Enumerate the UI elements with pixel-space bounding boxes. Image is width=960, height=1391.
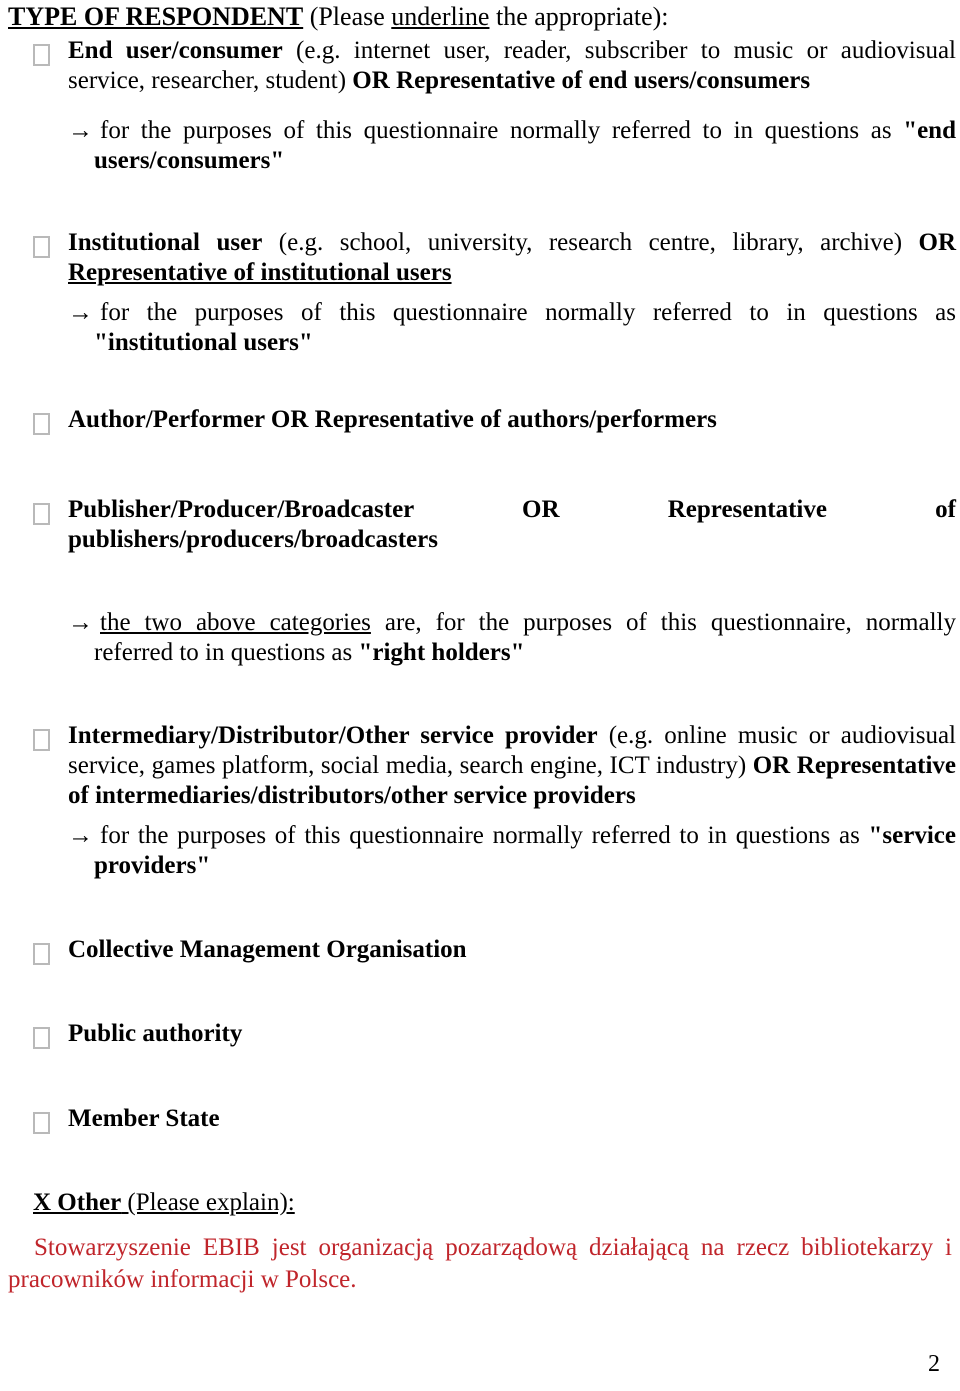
- option-publisher-producer-broadcaster-bold: Publisher/Producer/Broadcaster OR Repres…: [68, 496, 956, 553]
- note-right-holders-underlined: the two above categories: [100, 609, 371, 636]
- note-institutional-users-text: for the purposes of this questionnaire n…: [100, 299, 956, 326]
- option-label-member-state: Member State: [68, 1104, 956, 1134]
- option-end-user-consumer-bold: End user/consumer: [68, 37, 283, 64]
- checkbox-author-performer[interactable]: [33, 413, 50, 435]
- checkbox-intermediary-distributor[interactable]: [33, 729, 50, 751]
- option-author-performer-bold: Author/Performer OR Representative of au…: [68, 406, 717, 433]
- option-member-state-bold: Member State: [68, 1105, 220, 1132]
- checkbox-end-user-consumer[interactable]: [33, 44, 50, 66]
- option-institutional-user-bold-tail: OR: [918, 229, 957, 256]
- option-label-author-performer: Author/Performer OR Representative of au…: [68, 405, 956, 435]
- option-label-publisher-producer-broadcaster: Publisher/Producer/Broadcaster OR Repres…: [68, 495, 956, 555]
- arrow-right-icon: →: [68, 822, 93, 849]
- option-intermediary-distributor-bold: Intermediary/Distributor/Other service p…: [68, 722, 598, 749]
- checkbox-public-authority[interactable]: [33, 1027, 50, 1049]
- other-field-marker: X Other: [33, 1189, 122, 1216]
- note-service-providers: → for the purposes of this questionnaire …: [68, 821, 956, 881]
- note-end-users-consumers-text: for the purposes of this questionnaire n…: [100, 117, 904, 144]
- other-field-label: X Other (Please explain):: [33, 1188, 295, 1218]
- page-title: TYPE OF RESPONDENT (Please underline the…: [8, 2, 952, 32]
- option-label-end-user-consumer: End user/consumer (e.g. internet user, r…: [68, 36, 956, 96]
- page-title-text: TYPE OF RESPONDENT: [8, 2, 304, 31]
- other-field-hint: (Please explain):: [121, 1189, 295, 1216]
- option-label-public-authority: Public authority: [68, 1019, 956, 1049]
- note-service-providers-text: for the purposes of this questionnaire n…: [100, 822, 869, 849]
- option-label-collective-management-organisation: Collective Management Organisation: [68, 935, 956, 965]
- note-right-holders-term: "right holders": [358, 639, 525, 666]
- option-institutional-user-detail: (e.g. school, university, research centr…: [262, 229, 919, 256]
- option-end-user-consumer-bold-tail: OR Representative of end users/consumers: [352, 67, 811, 94]
- option-public-authority-bold: Public authority: [68, 1020, 243, 1047]
- arrow-right-icon: →: [68, 299, 93, 326]
- page-title-instruction-before: (Please: [303, 2, 392, 31]
- page-title-instruction-after: the appropriate):: [489, 2, 669, 31]
- other-field-answer[interactable]: Stowarzyszenie EBIB jest organizacją poz…: [8, 1232, 952, 1296]
- option-institutional-user-bold: Institutional user: [68, 229, 263, 256]
- document-page: TYPE OF RESPONDENT (Please underline the…: [0, 0, 960, 1391]
- option-label-intermediary-distributor: Intermediary/Distributor/Other service p…: [68, 721, 956, 811]
- note-institutional-users-term: "institutional users": [94, 329, 313, 356]
- note-institutional-users: → for the purposes of this questionnaire …: [68, 298, 956, 358]
- page-title-instruction-underline: underline: [391, 2, 490, 31]
- arrow-right-icon: →: [68, 609, 93, 636]
- checkbox-member-state[interactable]: [33, 1112, 50, 1134]
- option-label-institutional-user: Institutional user (e.g. school, univers…: [68, 228, 956, 288]
- checkbox-publisher-producer-broadcaster[interactable]: [33, 503, 50, 525]
- checkbox-collective-management-organisation[interactable]: [33, 943, 50, 965]
- note-right-holders: → the two above categories are, for the p…: [68, 608, 956, 668]
- option-institutional-user-representative: Representative of institutional users: [68, 259, 452, 286]
- other-field-answer-text: Stowarzyszenie EBIB jest organizacją poz…: [8, 1234, 952, 1293]
- page-number: 2: [928, 1351, 940, 1377]
- checkbox-institutional-user[interactable]: [33, 236, 50, 258]
- option-collective-management-organisation-bold: Collective Management Organisation: [68, 936, 467, 963]
- arrow-right-icon: →: [68, 117, 93, 144]
- note-end-users-consumers: → for the purposes of this questionnaire …: [68, 116, 956, 176]
